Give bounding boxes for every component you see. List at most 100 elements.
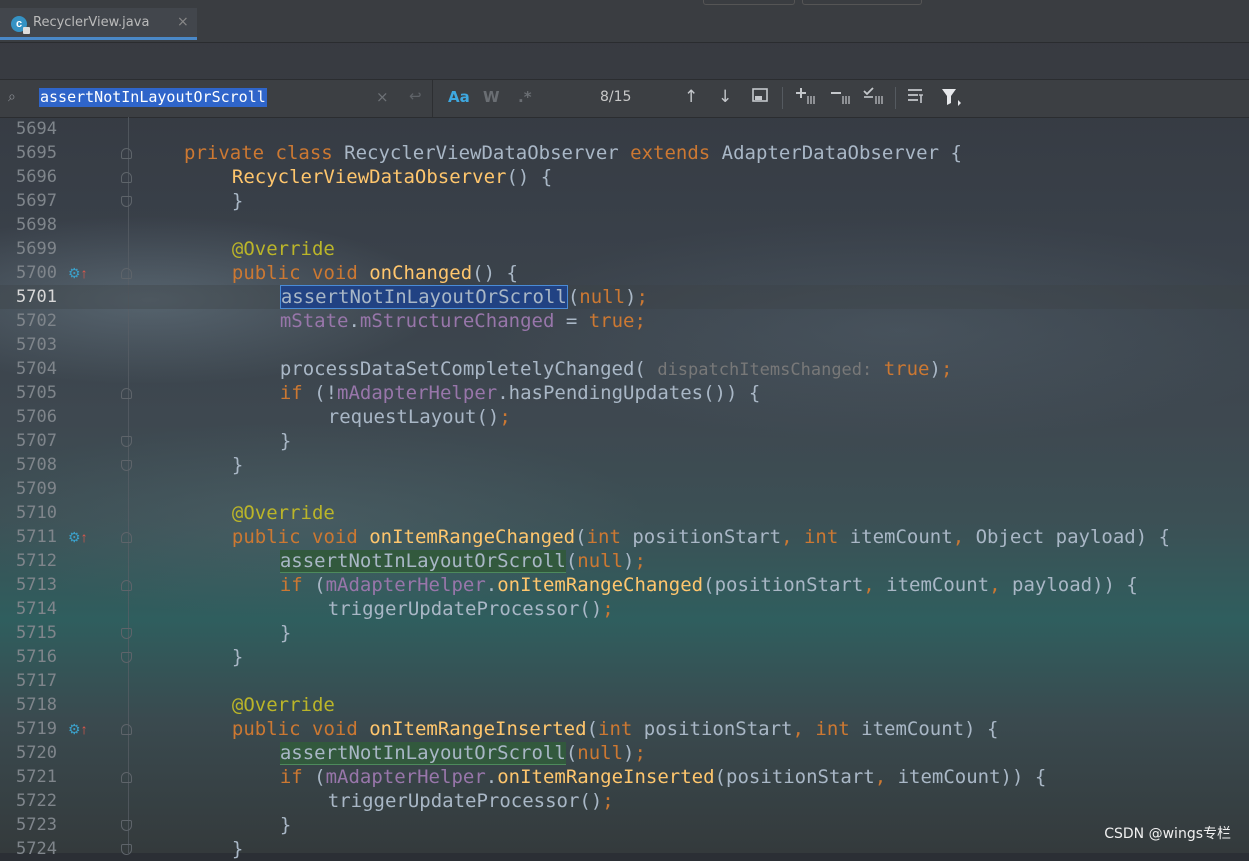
code-text[interactable]: private class RecyclerViewDataObserver e… — [184, 141, 962, 165]
code-line[interactable]: 5705 if (!mAdapterHelper.hasPendingUpdate… — [0, 381, 1249, 405]
code-text[interactable]: @Override — [232, 693, 335, 717]
code-line[interactable]: 5718 @Override — [0, 693, 1249, 717]
open-in-window-icon[interactable] — [752, 87, 768, 108]
search-field[interactable]: ⌕ assertNotInLayoutOrScroll × ↩ — [0, 80, 433, 117]
tab-recyclerview-java[interactable]: c RecyclerView.java × — [0, 8, 197, 40]
clear-search-icon[interactable]: × — [376, 88, 389, 106]
overrides-method-icon[interactable]: ⚙↑ — [68, 263, 88, 283]
line-number[interactable]: 5718 — [16, 693, 64, 717]
fold-marker-icon[interactable] — [121, 772, 132, 783]
code-text[interactable]: if (mAdapterHelper.onItemRangeChanged(po… — [280, 573, 1138, 597]
code-line[interactable]: 5724} — [0, 837, 1249, 861]
code-line[interactable]: 5716} — [0, 645, 1249, 669]
line-number[interactable]: 5710 — [16, 501, 64, 525]
line-number[interactable]: 5722 — [16, 789, 64, 813]
line-number[interactable]: 5714 — [16, 597, 64, 621]
code-line[interactable]: 5697} — [0, 189, 1249, 213]
search-icon[interactable]: ⌕ — [8, 89, 16, 105]
tab-close-icon[interactable]: × — [177, 14, 189, 30]
code-line[interactable]: 5711 ⚙↑ public void onItemRangeChanged(int… — [0, 525, 1249, 549]
code-text[interactable]: } — [232, 453, 243, 477]
new-line-icon[interactable]: ↩ — [409, 87, 422, 105]
select-all-occurrences-icon[interactable] — [862, 87, 884, 110]
code-line[interactable]: 5717 — [0, 669, 1249, 693]
regex-toggle[interactable]: .* — [518, 88, 532, 106]
code-line[interactable]: 5698 — [0, 213, 1249, 237]
code-text[interactable]: } — [280, 813, 291, 837]
code-text[interactable]: } — [232, 645, 243, 669]
fold-marker-icon[interactable] — [121, 532, 132, 543]
code-line[interactable]: 5706 requestLayout(); — [0, 405, 1249, 429]
fold-marker-icon[interactable] — [121, 172, 132, 183]
fold-marker-icon[interactable] — [121, 844, 132, 855]
fold-marker-icon[interactable] — [121, 436, 132, 447]
code-line[interactable]: 5720 assertNotInLayoutOrScroll(null); — [0, 741, 1249, 765]
remove-selection-icon[interactable] — [829, 87, 851, 110]
code-text[interactable]: RecyclerViewDataObserver() { — [232, 165, 552, 189]
code-text[interactable]: assertNotInLayoutOrScroll(null); — [279, 741, 646, 765]
overrides-method-icon[interactable]: ⚙↑ — [68, 527, 88, 547]
line-number[interactable]: 5709 — [16, 477, 64, 501]
code-text[interactable]: processDataSetCompletelyChanged( dispatc… — [280, 357, 953, 382]
code-text[interactable]: @Override — [232, 501, 335, 525]
code-line[interactable]: 5710 @Override — [0, 501, 1249, 525]
line-number[interactable]: 5724 — [16, 837, 64, 861]
code-editor[interactable]: 5694 5695 private class RecyclerViewDataOb… — [0, 117, 1249, 860]
line-number[interactable]: 5699 — [16, 237, 64, 261]
code-text[interactable]: requestLayout(); — [328, 405, 511, 429]
code-text[interactable]: assertNotInLayoutOrScroll(null); — [279, 549, 646, 573]
line-number[interactable]: 5719 — [16, 717, 64, 741]
code-line[interactable]: 5719 ⚙↑ public void onItemRangeInserted(in… — [0, 717, 1249, 741]
code-text[interactable]: } — [280, 621, 291, 645]
code-text[interactable]: public void onItemRangeChanged(int posit… — [232, 525, 1170, 549]
line-number[interactable]: 5721 — [16, 765, 64, 789]
top-toolbar-button[interactable] — [703, 0, 795, 5]
words-toggle[interactable]: W — [483, 88, 500, 106]
code-line[interactable]: 5712 assertNotInLayoutOrScroll(null); — [0, 549, 1249, 573]
fold-marker-icon[interactable] — [121, 724, 132, 735]
line-number[interactable]: 5698 — [16, 213, 64, 237]
code-text[interactable]: mState.mStructureChanged = true; — [280, 309, 646, 333]
line-number[interactable]: 5711 — [16, 525, 64, 549]
line-number[interactable]: 5716 — [16, 645, 64, 669]
line-number[interactable]: 5694 — [16, 117, 64, 141]
filter-icon[interactable] — [941, 87, 963, 112]
match-case-toggle[interactable]: Aa — [448, 88, 470, 106]
line-number[interactable]: 5723 — [16, 813, 64, 837]
code-line[interactable]: 5721 if (mAdapterHelper.onItemRangeInsert… — [0, 765, 1249, 789]
code-line[interactable]: 5714 triggerUpdateProcessor(); — [0, 597, 1249, 621]
fold-marker-icon[interactable] — [121, 196, 132, 207]
line-number[interactable]: 5704 — [16, 357, 64, 381]
code-line[interactable]: 5695 private class RecyclerViewDataObserv… — [0, 141, 1249, 165]
line-number[interactable]: 5705 — [16, 381, 64, 405]
line-number[interactable]: 5696 — [16, 165, 64, 189]
line-number[interactable]: 5697 — [16, 189, 64, 213]
code-text[interactable]: @Override — [232, 237, 335, 261]
code-line[interactable]: 5703 — [0, 333, 1249, 357]
line-number[interactable]: 5707 — [16, 429, 64, 453]
code-line[interactable]: 5699 @Override — [0, 237, 1249, 261]
fold-marker-icon[interactable] — [121, 580, 132, 591]
code-line[interactable]: 5702 mState.mStructureChanged = true; — [0, 309, 1249, 333]
code-line[interactable]: 5709 — [0, 477, 1249, 501]
code-text[interactable]: if (mAdapterHelper.onItemRangeInserted(p… — [280, 765, 1047, 789]
code-text[interactable]: public void onChanged() { — [232, 261, 518, 285]
prev-occurrence-icon[interactable]: ↑ — [684, 87, 698, 107]
line-number[interactable]: 5702 — [16, 309, 64, 333]
line-number[interactable]: 5720 — [16, 741, 64, 765]
fold-marker-icon[interactable] — [121, 148, 132, 159]
code-line[interactable]: 5701 assertNotInLayoutOrScroll(null); — [0, 285, 1249, 309]
code-text[interactable]: public void onItemRangeInserted(int posi… — [232, 717, 999, 741]
filter-search-results-icon[interactable] — [907, 87, 927, 110]
code-line[interactable]: 5700 ⚙↑ public void onChanged() { — [0, 261, 1249, 285]
code-text[interactable]: } — [232, 189, 243, 213]
code-line[interactable]: 5694 — [0, 117, 1249, 141]
code-line[interactable]: 5704 processDataSetCompletelyChanged( dis… — [0, 357, 1249, 381]
fold-marker-icon[interactable] — [121, 652, 132, 663]
fold-marker-icon[interactable] — [121, 820, 132, 831]
line-number[interactable]: 5703 — [16, 333, 64, 357]
code-text[interactable]: triggerUpdateProcessor(); — [328, 789, 614, 813]
search-input[interactable]: assertNotInLayoutOrScroll — [39, 88, 267, 107]
fold-marker-icon[interactable] — [121, 268, 132, 279]
line-number[interactable]: 5701 — [16, 285, 64, 309]
